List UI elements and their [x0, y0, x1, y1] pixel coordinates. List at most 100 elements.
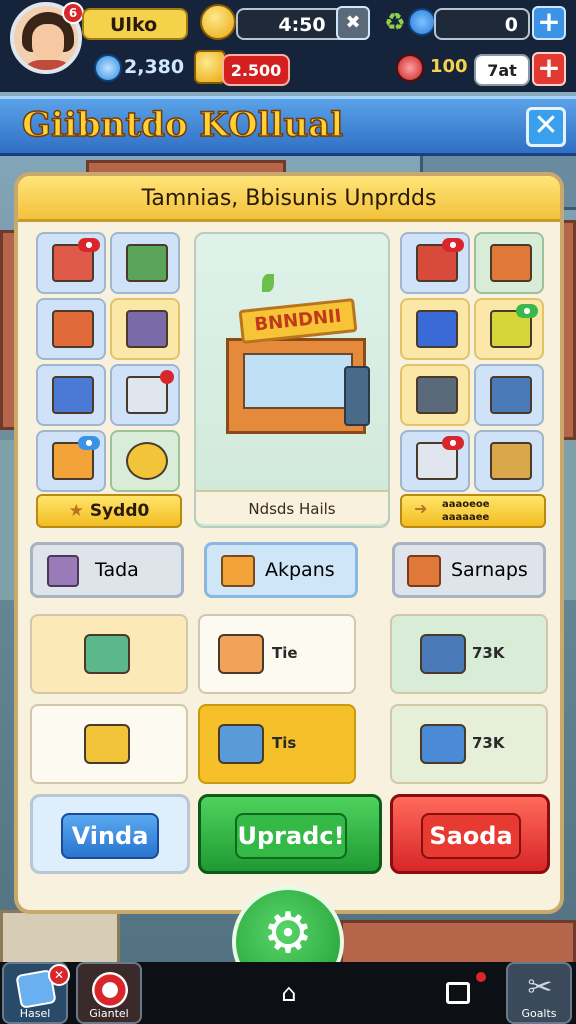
ready-badge-icon: ● — [516, 304, 538, 318]
upgrade-card[interactable] — [30, 704, 188, 784]
coin-stack-icon — [200, 4, 236, 40]
left-upgrade-button[interactable]: ★ Sydd0 — [36, 494, 182, 528]
tab-akpans-label: Akpans — [265, 559, 335, 581]
home-icon[interactable]: ⌂ — [274, 980, 304, 1006]
info-badge-icon: ● — [78, 436, 100, 450]
left-upgrade-label: Sydd0 — [89, 501, 150, 521]
pencil-icon — [218, 724, 264, 764]
recent-apps-icon[interactable] — [446, 982, 470, 1004]
target-icon — [92, 972, 128, 1008]
shop-preview: BNNDNII Ndsds Hails — [194, 232, 390, 528]
timer-value: 4:50 — [278, 14, 326, 36]
wrench-icon: ✂ — [527, 970, 553, 1005]
shopping-cart-icon — [84, 634, 130, 674]
new-badge-icon: ● — [442, 436, 464, 450]
title-bar: Giibntdo KOllual ✕ — [0, 96, 576, 156]
avatar-notification-badge: 6 — [62, 2, 84, 24]
atm-kiosk-icon — [344, 366, 370, 426]
upgrade-card[interactable]: 73K — [390, 614, 548, 694]
upgrade-card[interactable]: Tie — [198, 614, 356, 694]
nav-hasel-label: Hasel — [19, 1007, 51, 1020]
van-icon — [52, 376, 94, 414]
trash-bin-icon — [47, 555, 79, 587]
add-counter-button[interactable]: + — [532, 6, 566, 40]
storage-crate-icon — [420, 724, 466, 764]
item-tile[interactable] — [400, 298, 470, 360]
car-icon — [126, 310, 168, 348]
item-tile[interactable]: ● — [400, 430, 470, 492]
item-tile[interactable] — [110, 298, 180, 360]
item-tile[interactable] — [474, 364, 544, 426]
avatar-shirt — [20, 60, 76, 70]
gems-amount: 2,380 — [124, 56, 185, 78]
nav-hasel[interactable]: ✕ Hasel — [2, 962, 70, 1024]
new-badge-icon: ● — [78, 238, 100, 252]
close-button[interactable]: ✕ — [526, 107, 566, 147]
building — [0, 910, 120, 970]
panel-heading: Tamnias, Bbisunis Unprdds — [18, 176, 560, 222]
crate-icon — [490, 376, 532, 414]
energy-value: 7at — [487, 61, 517, 80]
upgrade-label: Upradc! — [235, 813, 347, 859]
gold-bars-icon — [84, 724, 130, 764]
mailbox-icon — [218, 634, 264, 674]
right-upgrade-line1: aaaoeoe — [442, 499, 490, 510]
diamond-icon — [94, 54, 122, 82]
level-value: 100 — [430, 56, 468, 77]
cardboard-box-icon — [490, 442, 532, 480]
arrow-icon: ➜ — [414, 499, 428, 518]
item-tile[interactable] — [110, 232, 180, 294]
upgrade-panel: Tamnias, Bbisunis Unprdds ● ● ★ Sydd0 BN… — [14, 172, 564, 914]
item-tile[interactable] — [474, 430, 544, 492]
cash-register-icon — [416, 310, 458, 348]
item-tile[interactable]: ● — [474, 298, 544, 360]
gold-coin-icon — [126, 442, 168, 480]
leaf-icon — [262, 274, 274, 292]
gold-amount-pill: 2.500 — [222, 54, 290, 86]
energy-orb-icon — [396, 54, 424, 82]
nav-goalts-label: Goalts — [521, 1007, 557, 1020]
card-label: 73K — [472, 644, 505, 662]
grill-icon — [416, 376, 458, 414]
gold-amount: 2.500 — [230, 61, 282, 80]
shop-window — [243, 353, 353, 409]
fruit-stall-icon — [126, 244, 168, 282]
counter-value: 0 — [504, 14, 518, 36]
avatar-face — [32, 24, 64, 60]
vinda-button[interactable]: Vinda — [30, 794, 190, 874]
vinda-label: Vinda — [61, 813, 159, 859]
item-tile[interactable]: ● — [36, 430, 106, 492]
tools-icon[interactable]: ✖ — [336, 6, 370, 40]
item-tile[interactable] — [110, 430, 180, 492]
tab-sarnaps-label: Sarnaps — [451, 559, 528, 581]
item-tile[interactable] — [36, 364, 106, 426]
notification-dot-icon — [476, 972, 486, 982]
recycle-icon: ♻ — [384, 8, 406, 36]
item-tile[interactable]: ● — [36, 232, 106, 294]
upgrade-card[interactable]: Tis — [198, 704, 356, 784]
top-hud: 6 Ulko 4:50 ✖ ♻ 0 + 2,380 2.500 100 7at … — [0, 0, 576, 92]
alert-dot-icon — [160, 370, 174, 384]
add-energy-button[interactable]: + — [532, 52, 566, 86]
sell-button[interactable]: Saoda — [390, 794, 550, 874]
player-name-plate[interactable]: Ulko — [82, 8, 188, 40]
item-tile[interactable] — [110, 364, 180, 426]
right-upgrade-button[interactable]: ➜ aaaoeoe aaaaaee — [400, 494, 546, 528]
item-tile[interactable] — [400, 364, 470, 426]
tab-tada[interactable]: Tada — [30, 542, 184, 598]
item-tile[interactable]: ● — [400, 232, 470, 294]
upgrade-button[interactable]: Upradc! — [198, 794, 382, 874]
sell-label: Saoda — [421, 813, 521, 859]
tab-sarnaps[interactable]: Sarnaps — [392, 542, 546, 598]
item-tile[interactable] — [36, 298, 106, 360]
gem-icon — [408, 8, 436, 36]
upgrade-card[interactable] — [30, 614, 188, 694]
nav-goalts[interactable]: ✂ Goalts — [506, 962, 572, 1024]
tab-akpans[interactable]: Akpans — [204, 542, 358, 598]
upgrade-card[interactable]: 73K — [390, 704, 548, 784]
player-name: Ulko — [110, 14, 158, 36]
nav-giantel[interactable]: Giantel — [76, 962, 142, 1024]
window-title: Giibntdo KOllual — [21, 104, 344, 146]
item-tile[interactable] — [474, 232, 544, 294]
tab-tada-label: Tada — [95, 559, 139, 581]
